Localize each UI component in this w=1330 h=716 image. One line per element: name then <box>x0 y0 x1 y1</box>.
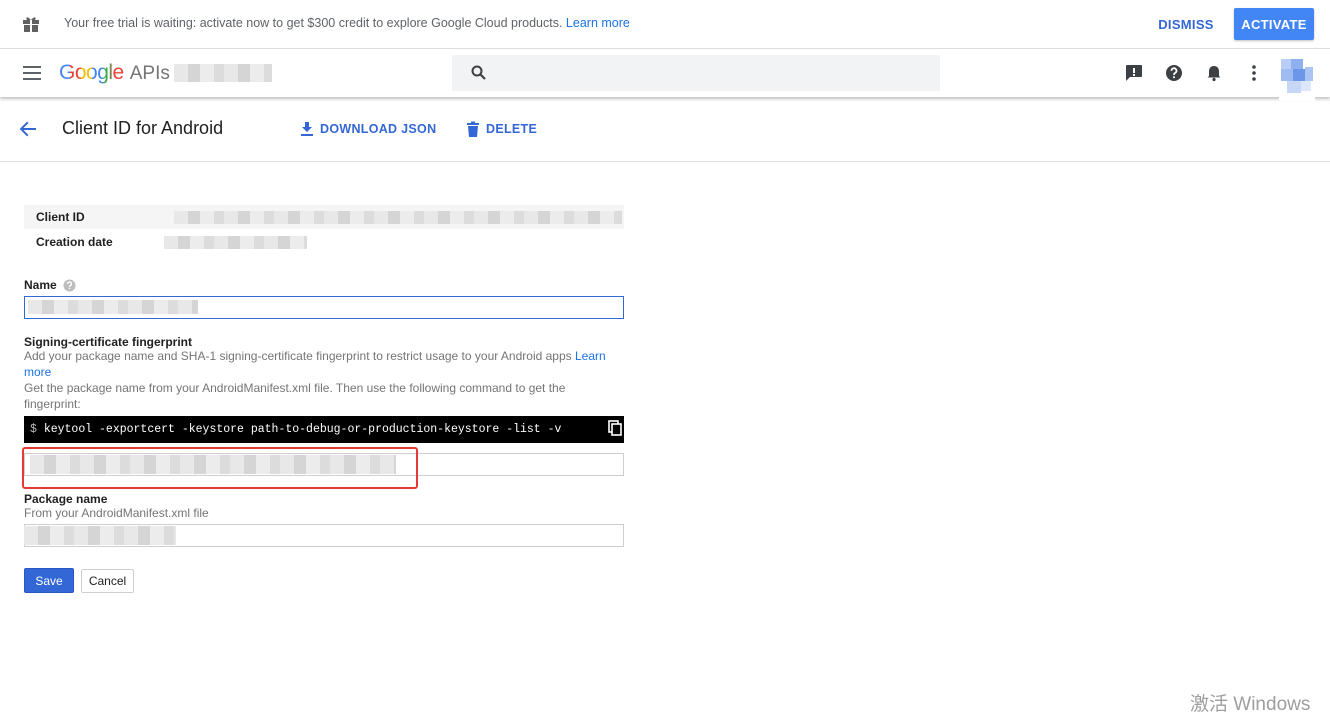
banner-text: Your free trial is waiting: activate now… <box>64 16 563 30</box>
banner-message: Your free trial is waiting: activate now… <box>64 16 630 30</box>
logo-apis: APIs <box>129 63 170 84</box>
name-label: Name <box>24 278 57 292</box>
download-json-label: DOWNLOAD JSON <box>320 122 437 136</box>
google-apis-logo[interactable]: Google APIs <box>59 61 170 85</box>
activate-button[interactable]: ACTIVATE <box>1234 8 1314 40</box>
command-text: $ keytool -exportcert -keystore path-to-… <box>30 423 561 436</box>
menu-icon[interactable] <box>22 65 42 81</box>
package-name-label: Package name <box>24 492 108 506</box>
trash-icon <box>467 121 479 137</box>
more-vert-icon[interactable] <box>1244 63 1264 83</box>
back-arrow-icon[interactable] <box>18 119 38 139</box>
highlight-annotation <box>22 447 418 489</box>
cancel-button[interactable]: Cancel <box>81 569 134 593</box>
client-id-row: Client ID <box>24 205 624 229</box>
signing-certificate-help: Add your package name and SHA-1 signing-… <box>24 348 614 380</box>
creation-date-label: Creation date <box>36 235 113 249</box>
client-id-value-redacted <box>174 211 622 224</box>
command-prompt: $ <box>30 423 37 436</box>
name-label-group: Name <box>24 278 76 292</box>
command: keytool -exportcert -keystore path-to-de… <box>43 423 562 436</box>
notifications-icon[interactable] <box>1204 63 1224 83</box>
search-icon <box>471 65 486 80</box>
logo-google: Google <box>59 61 124 84</box>
client-id-label: Client ID <box>36 210 85 224</box>
creation-date-value-redacted <box>164 236 307 249</box>
project-selector[interactable] <box>174 64 272 82</box>
help-icon[interactable] <box>1164 63 1184 83</box>
search-input[interactable] <box>500 60 934 88</box>
name-value-redacted <box>28 300 198 314</box>
avatar[interactable] <box>1279 57 1315 101</box>
dismiss-button[interactable]: DISMISS <box>1150 8 1222 40</box>
creation-date-row: Creation date <box>24 230 624 254</box>
feedback-icon[interactable] <box>1124 63 1144 83</box>
save-button[interactable]: Save <box>24 568 74 593</box>
delete-label: DELETE <box>486 122 538 136</box>
cert-help-text: Add your package name and SHA-1 signing-… <box>24 349 572 363</box>
package-name-value-redacted <box>24 526 176 545</box>
copy-icon[interactable] <box>608 420 622 436</box>
package-name-help: From your AndroidManifest.xml file <box>24 506 209 520</box>
package-command-help: Get the package name from your AndroidMa… <box>24 381 566 411</box>
download-icon <box>301 122 313 136</box>
page-title: Client ID for Android <box>62 118 224 138</box>
gift-icon <box>23 17 39 32</box>
help-circle-icon[interactable] <box>63 279 76 292</box>
learn-more-link[interactable]: Learn more <box>566 16 630 30</box>
keytool-command-box: $ keytool -exportcert -keystore path-to-… <box>24 416 624 443</box>
download-json-button[interactable]: DOWNLOAD JSON <box>300 119 436 139</box>
delete-button[interactable]: DELETE <box>466 119 537 139</box>
signing-certificate-label: Signing-certificate fingerprint <box>24 335 193 349</box>
client-info-table: Client ID Creation date <box>24 205 624 255</box>
windows-activation-watermark: 激活 Windows <box>1190 694 1311 715</box>
